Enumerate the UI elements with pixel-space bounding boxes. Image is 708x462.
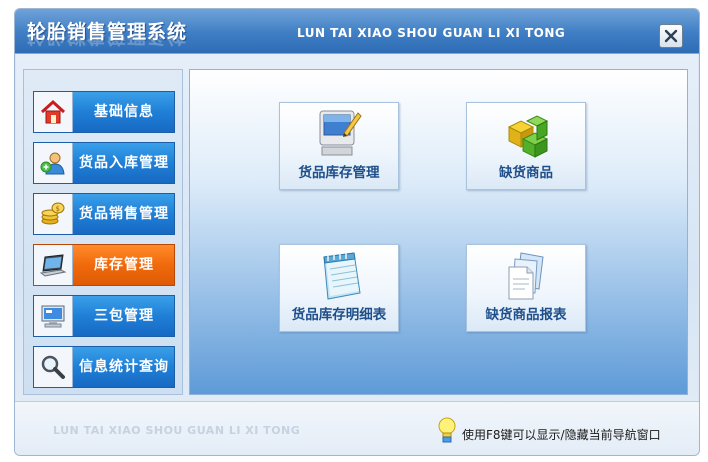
sidebar-item-label: 三包管理 [94, 308, 154, 324]
sidebar-item-inventory[interactable]: 库存管理 [33, 244, 175, 286]
documents-icon [508, 252, 544, 300]
app-window: 轮胎销售管理系统 轮胎销售管理系统 LUN TAI XIAO SHOU GUAN… [14, 8, 700, 456]
app-title-reflection: 轮胎销售管理系统 [27, 35, 188, 47]
lightbulb-icon [438, 417, 456, 443]
main-panel: 货品库存管理 缺货商品 货品库存明细表 缺货商品报表 [189, 69, 688, 395]
navigation-sidebar: 基础信息 货品入库管理 $ 货品销售管理 库存管理 三包管理 信息统计查询 [23, 69, 183, 395]
sidebar-item-label: 货品入库管理 [79, 155, 169, 171]
footer-pinyin: LUN TAI XIAO SHOU GUAN LI XI TONG [53, 424, 301, 437]
close-icon [664, 29, 678, 43]
tile-out-of-stock-report[interactable]: 缺货商品报表 [466, 244, 586, 332]
sidebar-item-label: 货品销售管理 [79, 206, 169, 222]
sidebar-item-label: 库存管理 [94, 257, 154, 273]
sidebar-item-label: 基础信息 [94, 104, 154, 120]
tile-label: 货品库存明细表 [291, 307, 387, 323]
sidebar-item-stock-in[interactable]: 货品入库管理 [33, 142, 175, 184]
coins-icon: $ [34, 194, 73, 234]
tile-label: 货品库存管理 [298, 165, 380, 181]
home-icon [34, 92, 73, 132]
laptop-icon [34, 245, 73, 285]
monitor-icon [34, 296, 73, 336]
tile-out-of-stock[interactable]: 缺货商品 [466, 102, 586, 190]
tile-label: 缺货商品报表 [485, 307, 567, 323]
navigation-hint: 使用F8键可以显示/隐藏当前导航窗口 [462, 428, 661, 442]
status-footer: LUN TAI XIAO SHOU GUAN LI XI TONG 使用F8键可… [15, 401, 699, 455]
sidebar-item-warranty[interactable]: 三包管理 [33, 295, 175, 337]
sidebar-item-label: 信息统计查询 [79, 359, 169, 375]
sidebar-item-basic-info[interactable]: 基础信息 [33, 91, 175, 133]
notepad-icon [323, 252, 361, 300]
cubes-icon [507, 115, 549, 158]
svg-text:$: $ [56, 205, 60, 213]
magnifier-icon [34, 347, 73, 387]
tile-label: 缺货商品 [499, 165, 553, 181]
computer-edit-icon [319, 110, 362, 156]
tile-inventory-management[interactable]: 货品库存管理 [279, 102, 399, 190]
tile-inventory-detail-report[interactable]: 货品库存明细表 [279, 244, 399, 332]
close-button[interactable] [659, 24, 683, 48]
app-title-pinyin: LUN TAI XIAO SHOU GUAN LI XI TONG [297, 26, 566, 40]
sidebar-item-statistics[interactable]: 信息统计查询 [33, 346, 175, 388]
user-icon [34, 143, 73, 183]
sidebar-item-sales[interactable]: $ 货品销售管理 [33, 193, 175, 235]
title-bar: 轮胎销售管理系统 轮胎销售管理系统 LUN TAI XIAO SHOU GUAN… [15, 9, 699, 54]
